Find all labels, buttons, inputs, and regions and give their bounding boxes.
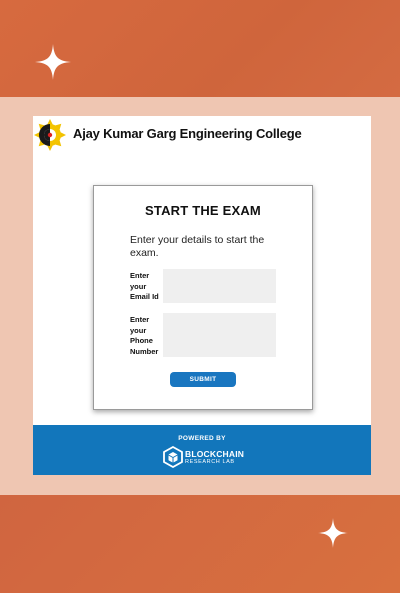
phone-label: Enter your Phone Number	[130, 315, 159, 356]
brand-logo: BLOCKCHAIN RESEARCH LAB	[163, 445, 245, 469]
page-header: Ajay Kumar Garg Engineering College	[33, 116, 371, 156]
start-exam-card: START THE EXAM Enter your details to sta…	[93, 185, 313, 410]
phone-field[interactable]	[163, 313, 276, 357]
blockchain-cube-icon	[163, 445, 183, 469]
brand-subtitle: RESEARCH LAB	[185, 459, 235, 465]
card-description: Enter your details to start the exam.	[130, 234, 265, 259]
sparkle-icon	[35, 44, 71, 80]
exam-page: Ajay Kumar Garg Engineering College STAR…	[33, 116, 371, 475]
page-footer: POWERED BY BLOCKCHAIN RESEARCH LAB	[33, 425, 371, 475]
submit-button[interactable]: SUBMIT	[170, 372, 236, 387]
college-name: Ajay Kumar Garg Engineering College	[73, 126, 302, 141]
email-label: Enter your Email Id	[130, 271, 159, 301]
sparkle-icon	[318, 518, 348, 548]
powered-by-text: POWERED BY	[178, 435, 226, 442]
card-title: START THE EXAM	[145, 203, 261, 218]
college-emblem-icon	[34, 119, 66, 151]
brand-name: BLOCKCHAIN	[185, 449, 245, 459]
email-field[interactable]	[163, 269, 276, 303]
